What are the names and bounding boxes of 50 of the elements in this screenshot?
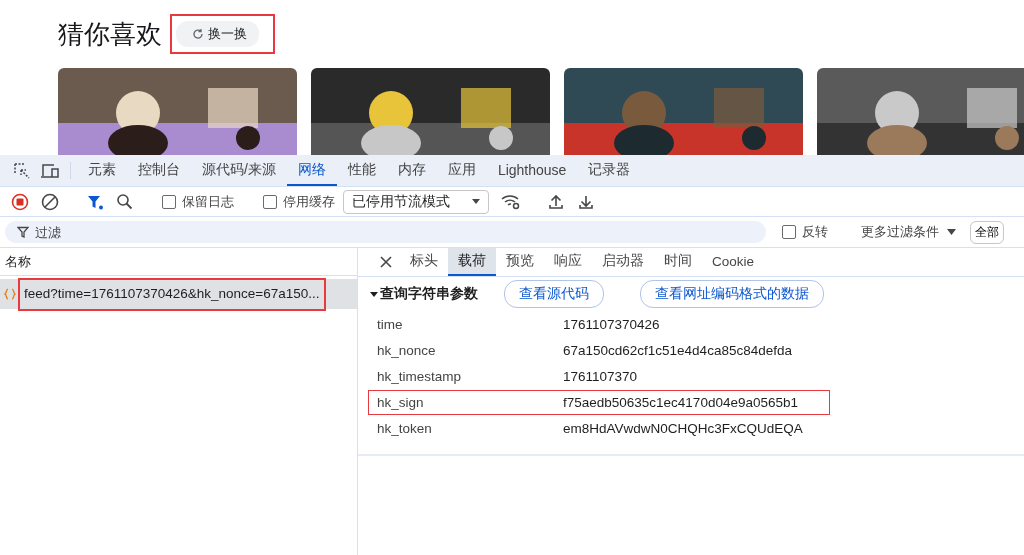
detail-tab[interactable]: 响应 — [544, 248, 592, 276]
braces-icon — [4, 288, 16, 300]
checkbox[interactable] — [263, 194, 277, 209]
param-name: time — [376, 317, 404, 332]
section-heading: 猜你喜欢 — [58, 17, 162, 51]
detail-tab[interactable]: 时间 — [654, 248, 702, 276]
filter-icon — [17, 226, 29, 238]
swap-button[interactable]: 换一换 — [176, 21, 259, 47]
panel-tab[interactable]: 源代码/来源 — [191, 155, 287, 186]
panel-tab[interactable]: 性能 — [336, 155, 387, 186]
param-name: hk_timestamp — [376, 369, 463, 384]
column-header: 名称 — [0, 248, 357, 276]
panel-tab[interactable]: 网络 — [286, 155, 337, 186]
checkbox[interactable] — [782, 225, 796, 239]
checkbox-label[interactable]: 反转 — [776, 223, 834, 241]
throttle-dropdown[interactable]: 已停用节流模式 — [343, 189, 489, 214]
panel-tab[interactable]: 应用 — [436, 155, 487, 186]
more-filters-dropdown[interactable]: 更多过滤条件 — [847, 223, 970, 241]
detail-tab[interactable]: 标头 — [400, 248, 448, 276]
panel-tab[interactable]: Lighthouse — [486, 155, 578, 186]
param-value: em8HdAVwdwN0CHQHc3FxCQUdEQA — [563, 421, 803, 436]
caret-icon — [472, 198, 480, 205]
view-button[interactable]: 查看网址编码格式的数据 — [640, 280, 824, 308]
param-name: hk_token — [376, 421, 433, 436]
checkbox-label[interactable]: 保留日志 — [156, 192, 240, 211]
param-value: 67a150cd62cf1c51e4d4ca85c84defda — [563, 343, 792, 358]
checkbox[interactable] — [162, 194, 176, 209]
checkbox-label[interactable]: 停用缓存 — [257, 192, 341, 211]
caret-icon[interactable] — [370, 290, 378, 298]
param-value: 1761107370426 — [563, 317, 660, 332]
caret-icon — [947, 228, 956, 236]
view-button[interactable]: 查看源代码 — [504, 280, 604, 308]
detail-tab[interactable]: 载荷 — [448, 248, 496, 276]
panel-tab[interactable]: 控制台 — [127, 155, 191, 186]
request-row[interactable]: feed?time=1761107370426&hk_nonce=67a150... — [0, 279, 357, 309]
all-filter-button[interactable]: 全部 — [970, 220, 1004, 244]
filter-field[interactable]: 过滤 — [5, 221, 766, 243]
request-name: feed?time=1761107370426&hk_nonce=67a150... — [18, 277, 326, 311]
detail-tab[interactable]: 预览 — [496, 248, 544, 276]
param-name: hk_sign — [376, 395, 425, 410]
param-value: 1761107370 — [563, 369, 638, 384]
section-title: 查询字符串参数 — [380, 285, 478, 303]
panel-tab[interactable]: 内存 — [386, 155, 437, 186]
detail-tab[interactable]: 启动器 — [592, 248, 654, 276]
panel-tab[interactable]: 元素 — [77, 155, 127, 186]
detail-tab[interactable]: Cookie — [702, 248, 765, 276]
panel-tab[interactable]: 记录器 — [577, 155, 642, 186]
param-name: hk_nonce — [376, 343, 437, 358]
refresh-icon — [192, 28, 204, 40]
param-value: f75aedb50635c1ec4170d04e9a0565b1 — [563, 395, 798, 410]
